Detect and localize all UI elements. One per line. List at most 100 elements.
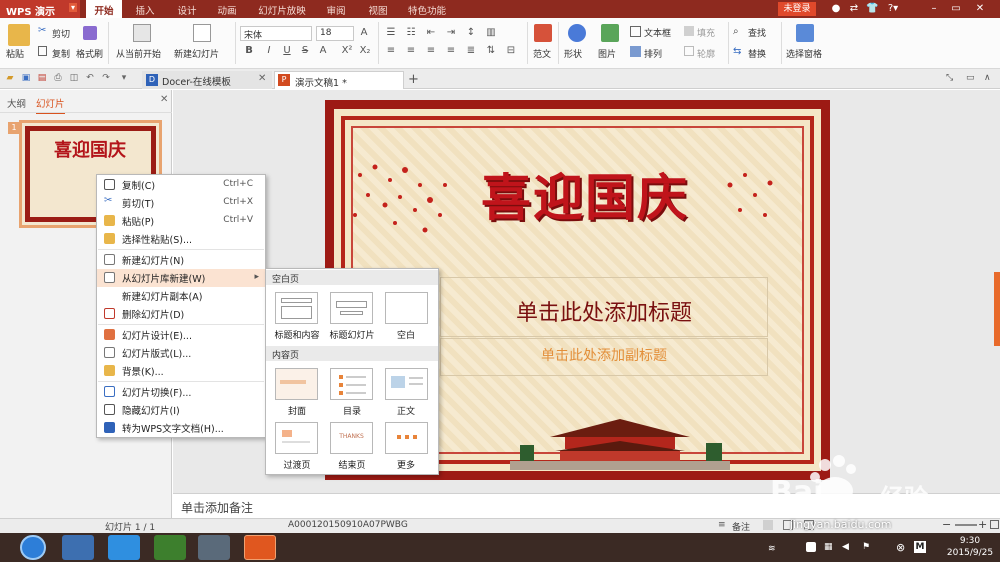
- fill-button[interactable]: 填充: [697, 26, 715, 39]
- customize-icon[interactable]: ▾: [118, 73, 130, 85]
- menu-item-hide-slide[interactable]: 隐藏幻灯片(I): [97, 401, 265, 419]
- menu-item-copy[interactable]: 复制(C) Ctrl+C: [97, 176, 265, 194]
- browser-taskbar-icon[interactable]: [108, 535, 140, 560]
- help-icon[interactable]: ?▾: [884, 3, 902, 15]
- align-right-icon[interactable]: ≡: [424, 45, 438, 59]
- layout-more[interactable]: [385, 422, 428, 454]
- bullet-list-icon[interactable]: ☰: [384, 27, 398, 41]
- arrange-button[interactable]: 排列: [644, 47, 662, 60]
- replace-button[interactable]: 替换: [748, 47, 766, 60]
- justify-icon[interactable]: ≡: [444, 45, 458, 59]
- line-spacing-icon[interactable]: ↕: [464, 27, 478, 41]
- italic-icon[interactable]: I: [262, 45, 276, 59]
- underline-icon[interactable]: U: [280, 45, 294, 59]
- layout-body[interactable]: [385, 368, 428, 400]
- paste-button[interactable]: 粘贴: [6, 47, 24, 60]
- tab-home[interactable]: 开始: [86, 0, 122, 18]
- share-icon[interactable]: ⇄: [848, 3, 860, 15]
- menu-item-delete-slide[interactable]: 删除幻灯片(D): [97, 305, 265, 323]
- paste-icon[interactable]: [8, 24, 30, 46]
- fan-wen-button[interactable]: 范文: [533, 47, 551, 60]
- numbered-list-icon[interactable]: ☷: [404, 27, 418, 41]
- font-size-select[interactable]: 18: [316, 26, 354, 41]
- grow-font-icon[interactable]: A: [357, 27, 371, 41]
- tab-slideshow[interactable]: 幻灯片放映: [252, 0, 312, 18]
- minimize-pane-icon[interactable]: ∧: [984, 73, 991, 83]
- restore-icon[interactable]: ▭: [950, 3, 962, 15]
- close-notification-icon[interactable]: ⊗: [896, 541, 905, 554]
- tab-insert[interactable]: 插入: [128, 0, 162, 18]
- network-icon[interactable]: ▦: [824, 542, 833, 552]
- menu-item-slide-layout[interactable]: 幻灯片版式(L)...: [97, 344, 265, 362]
- subscript-icon[interactable]: X₂: [358, 45, 372, 59]
- export-pdf-icon[interactable]: ▤: [36, 73, 48, 85]
- close-tab-icon[interactable]: ✕: [258, 73, 266, 84]
- vertical-align-icon[interactable]: ⊟: [504, 45, 518, 59]
- wifi-icon[interactable]: ≋: [768, 544, 776, 554]
- screen-taskbar-icon[interactable]: [198, 535, 230, 560]
- tab-presentation[interactable]: 演示文稿1 *: [274, 71, 404, 89]
- align-center-icon[interactable]: ≡: [404, 45, 418, 59]
- tab-animation[interactable]: 动画: [210, 0, 244, 18]
- tab-review[interactable]: 审阅: [318, 0, 354, 18]
- app-menu-button[interactable]: WPS 演示 ▾: [0, 0, 80, 18]
- cut-button[interactable]: 剪切: [52, 27, 70, 40]
- tray-app-icon[interactable]: [806, 542, 816, 552]
- copy-button[interactable]: 复制: [52, 47, 70, 60]
- menu-item-new-from-library[interactable]: 从幻灯片库新建(W) ▸: [97, 269, 265, 287]
- new-tab-icon[interactable]: +: [408, 72, 419, 87]
- menu-item-cut[interactable]: ✂ 剪切(T) Ctrl+X: [97, 194, 265, 212]
- print-icon[interactable]: ⎙: [52, 73, 64, 85]
- font-color-icon[interactable]: A: [316, 45, 330, 59]
- tab-special[interactable]: 特色功能: [402, 0, 452, 18]
- bold-icon[interactable]: B: [242, 45, 256, 59]
- restore-pane-icon[interactable]: ▭: [966, 73, 975, 83]
- find-button[interactable]: 查找: [748, 26, 766, 39]
- login-button[interactable]: 未登录: [778, 2, 816, 16]
- volume-icon[interactable]: ◀: [842, 542, 849, 552]
- close-icon[interactable]: ✕: [974, 3, 986, 15]
- new-slide-button[interactable]: 新建幻灯片: [174, 47, 219, 60]
- ime-icon[interactable]: M: [914, 541, 926, 553]
- pin-icon[interactable]: ⤡: [946, 73, 953, 83]
- save-icon[interactable]: ▣: [20, 73, 32, 85]
- undo-icon[interactable]: ↶: [84, 73, 96, 85]
- open-icon[interactable]: ▰: [4, 73, 16, 85]
- menu-item-slide-design[interactable]: 幻灯片设计(E)...: [97, 326, 265, 344]
- notes-toggle[interactable]: 备注: [732, 520, 750, 533]
- picture-button[interactable]: 图片: [598, 47, 616, 60]
- menu-item-transition[interactable]: 幻灯片切换(F)...: [97, 383, 265, 401]
- outdent-icon[interactable]: ⇥: [444, 27, 458, 41]
- outline-button[interactable]: 轮廓: [697, 47, 715, 60]
- notes-toggle-icon[interactable]: ≡: [718, 520, 728, 530]
- layout-blank[interactable]: [385, 292, 428, 324]
- align-left-icon[interactable]: ≡: [384, 45, 398, 59]
- flag-icon[interactable]: ⚑: [862, 542, 870, 552]
- tab-docer[interactable]: Docer-在线模板: [142, 71, 272, 89]
- tab-view[interactable]: 视图: [360, 0, 396, 18]
- layout-title-slide[interactable]: [330, 292, 373, 324]
- font-name-select[interactable]: 宋体: [240, 26, 312, 41]
- subtitle-placeholder[interactable]: 单击此处添加副标题: [440, 345, 768, 365]
- menu-item-new-slide[interactable]: 新建幻灯片(N): [97, 251, 265, 269]
- text-direction-icon[interactable]: ⇅: [484, 45, 498, 59]
- title-placeholder[interactable]: 单击此处添加标题: [440, 295, 768, 327]
- indent-icon[interactable]: ⇤: [424, 27, 438, 41]
- menu-item-paste[interactable]: 粘贴(P) Ctrl+V: [97, 212, 265, 230]
- close-panel-icon[interactable]: ✕: [160, 94, 168, 105]
- shirt-icon[interactable]: 👕: [866, 3, 878, 15]
- ie-taskbar-icon[interactable]: [62, 535, 94, 560]
- menu-item-duplicate-slide[interactable]: 新建幻灯片副本(A): [97, 287, 265, 305]
- side-tab-handle[interactable]: [994, 272, 1000, 346]
- layout-ending[interactable]: THANKS: [330, 422, 373, 454]
- wps-presentation-taskbar-icon[interactable]: [244, 535, 276, 560]
- layout-toc[interactable]: [330, 368, 373, 400]
- text-box-button[interactable]: 文本框: [644, 26, 671, 39]
- preview-icon[interactable]: ◫: [68, 73, 80, 85]
- clock-time[interactable]: 9:30: [950, 536, 990, 546]
- layout-cover[interactable]: [275, 368, 318, 400]
- distribute-icon[interactable]: ≣: [464, 45, 478, 59]
- utorrent-taskbar-icon[interactable]: [154, 535, 186, 560]
- layout-transition[interactable]: [275, 422, 318, 454]
- tab-design[interactable]: 设计: [170, 0, 204, 18]
